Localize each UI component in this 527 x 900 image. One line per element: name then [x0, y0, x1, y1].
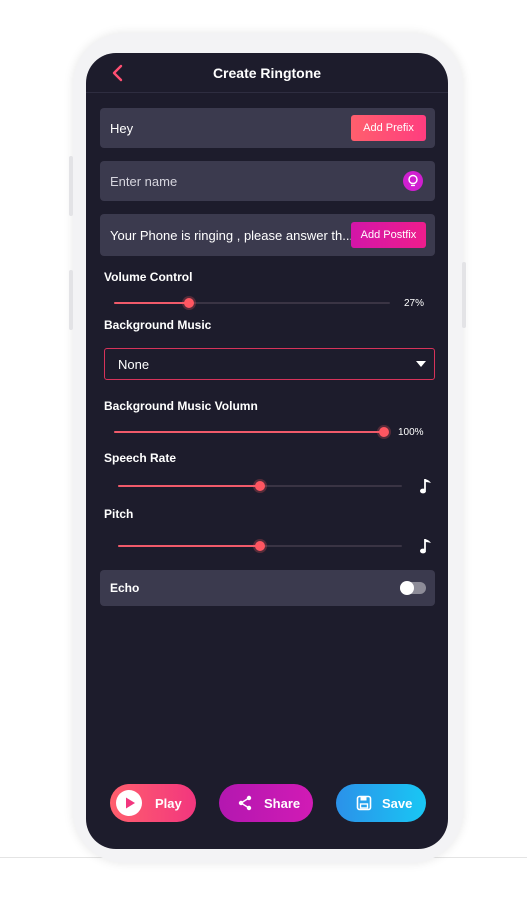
echo-row: Echo	[100, 570, 435, 606]
add-prefix-button[interactable]: Add Prefix	[351, 115, 426, 141]
speech-rate-thumb[interactable]	[255, 481, 265, 491]
play-button[interactable]: Play	[110, 784, 196, 822]
echo-label: Echo	[110, 581, 140, 595]
speech-rate-slider[interactable]	[118, 480, 402, 492]
volume-percent: 27%	[404, 298, 425, 309]
bg-music-volume-slider[interactable]	[114, 426, 389, 438]
app-screen: Create Ringtone Hey Add Prefix Enter nam…	[86, 53, 448, 849]
pitch-thumb[interactable]	[255, 541, 265, 551]
bg-music-volume-fill	[114, 431, 384, 433]
save-button[interactable]: Save	[336, 784, 426, 822]
phone-side-button	[69, 156, 73, 216]
name-field-placeholder: Enter name	[110, 174, 178, 189]
background-music-label: Background Music	[104, 318, 212, 332]
save-icon	[356, 795, 372, 811]
bg-music-volume-label: Background Music Volumn	[104, 399, 258, 413]
name-field[interactable]: Enter name	[100, 161, 435, 201]
phone-side-button	[69, 270, 73, 330]
add-postfix-button[interactable]: Add Postfix	[351, 222, 426, 248]
echo-toggle-knob	[400, 581, 414, 595]
volume-slider[interactable]	[114, 297, 390, 309]
music-note-icon[interactable]	[419, 477, 433, 495]
phone-side-button	[462, 262, 466, 328]
speech-rate-label: Speech Rate	[104, 451, 177, 465]
share-button[interactable]: Share	[219, 784, 313, 822]
music-note-icon[interactable]	[419, 537, 433, 555]
prefix-field-value: Hey	[110, 121, 134, 136]
play-icon	[116, 790, 142, 816]
speech-rate-fill	[118, 485, 260, 487]
pitch-slider[interactable]	[118, 540, 402, 552]
save-label: Save	[382, 796, 413, 811]
app-header: Create Ringtone	[86, 53, 448, 93]
volume-label: Volume Control	[104, 270, 193, 284]
share-label: Share	[264, 796, 301, 811]
pitch-fill	[118, 545, 260, 547]
background-music-selected: None	[118, 357, 150, 372]
bg-music-volume-thumb[interactable]	[379, 427, 389, 437]
prefix-field[interactable]: Hey Add Prefix	[100, 108, 435, 148]
play-label: Play	[155, 796, 182, 811]
share-icon	[238, 795, 252, 811]
bg-music-volume-percent: 100%	[398, 427, 424, 438]
postfix-field[interactable]: Your Phone is ringing , please answer th…	[100, 214, 435, 256]
bulb-icon[interactable]	[403, 171, 423, 191]
caret-down-icon	[416, 361, 426, 367]
postfix-field-value: Your Phone is ringing , please answer th…	[110, 228, 354, 243]
background-music-select[interactable]: None	[104, 348, 435, 380]
pitch-label: Pitch	[104, 507, 134, 521]
page-title: Create Ringtone	[212, 65, 322, 81]
volume-fill	[114, 302, 189, 304]
echo-toggle[interactable]	[400, 581, 426, 595]
volume-thumb[interactable]	[183, 298, 194, 308]
